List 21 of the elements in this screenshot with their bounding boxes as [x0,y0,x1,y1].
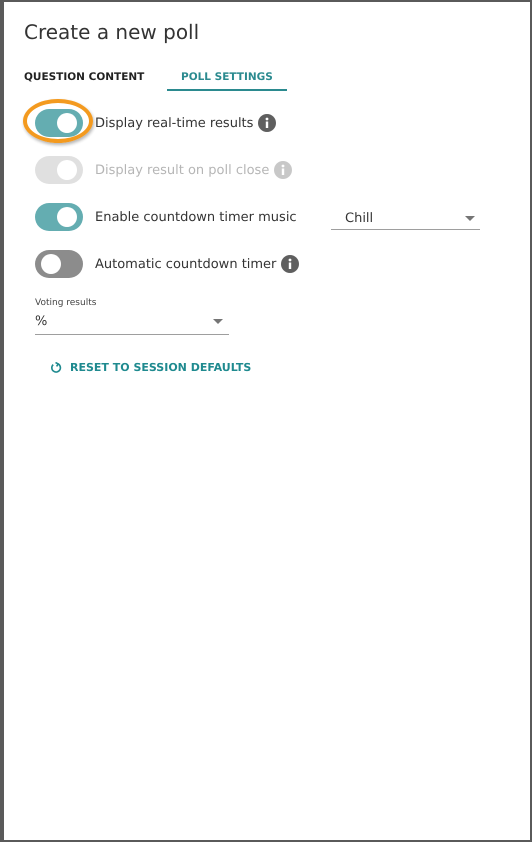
caret-icon [465,216,475,220]
page-title: Create a new poll [24,20,200,44]
setting-label: Automatic countdown timer [95,256,276,272]
setting-label: Enable countdown timer music [95,210,297,224]
toggle-switch[interactable] [35,203,83,231]
reset-icon [50,362,62,374]
info-icon[interactable] [258,114,276,132]
info-icon[interactable] [281,255,300,273]
caret-icon [213,319,223,324]
toggle-switch[interactable] [35,109,83,137]
setting-label: Display result on poll close [95,162,270,178]
tab[interactable]: QUESTION CONTENT [24,64,167,91]
field-label: Voting results [35,298,98,308]
tab[interactable]: POLL SETTINGS [167,64,287,91]
reset-button[interactable]: RESET TO SESSION DEFAULTS [50,357,252,378]
toggle-switch[interactable] [35,250,83,278]
setting-label: Display real-time results [95,116,254,130]
dropdown-value: Chill [345,210,374,226]
voting-results-dropdown[interactable]: % [35,311,229,335]
music-dropdown[interactable]: Chill [331,204,480,230]
dropdown-value: % [35,314,48,329]
